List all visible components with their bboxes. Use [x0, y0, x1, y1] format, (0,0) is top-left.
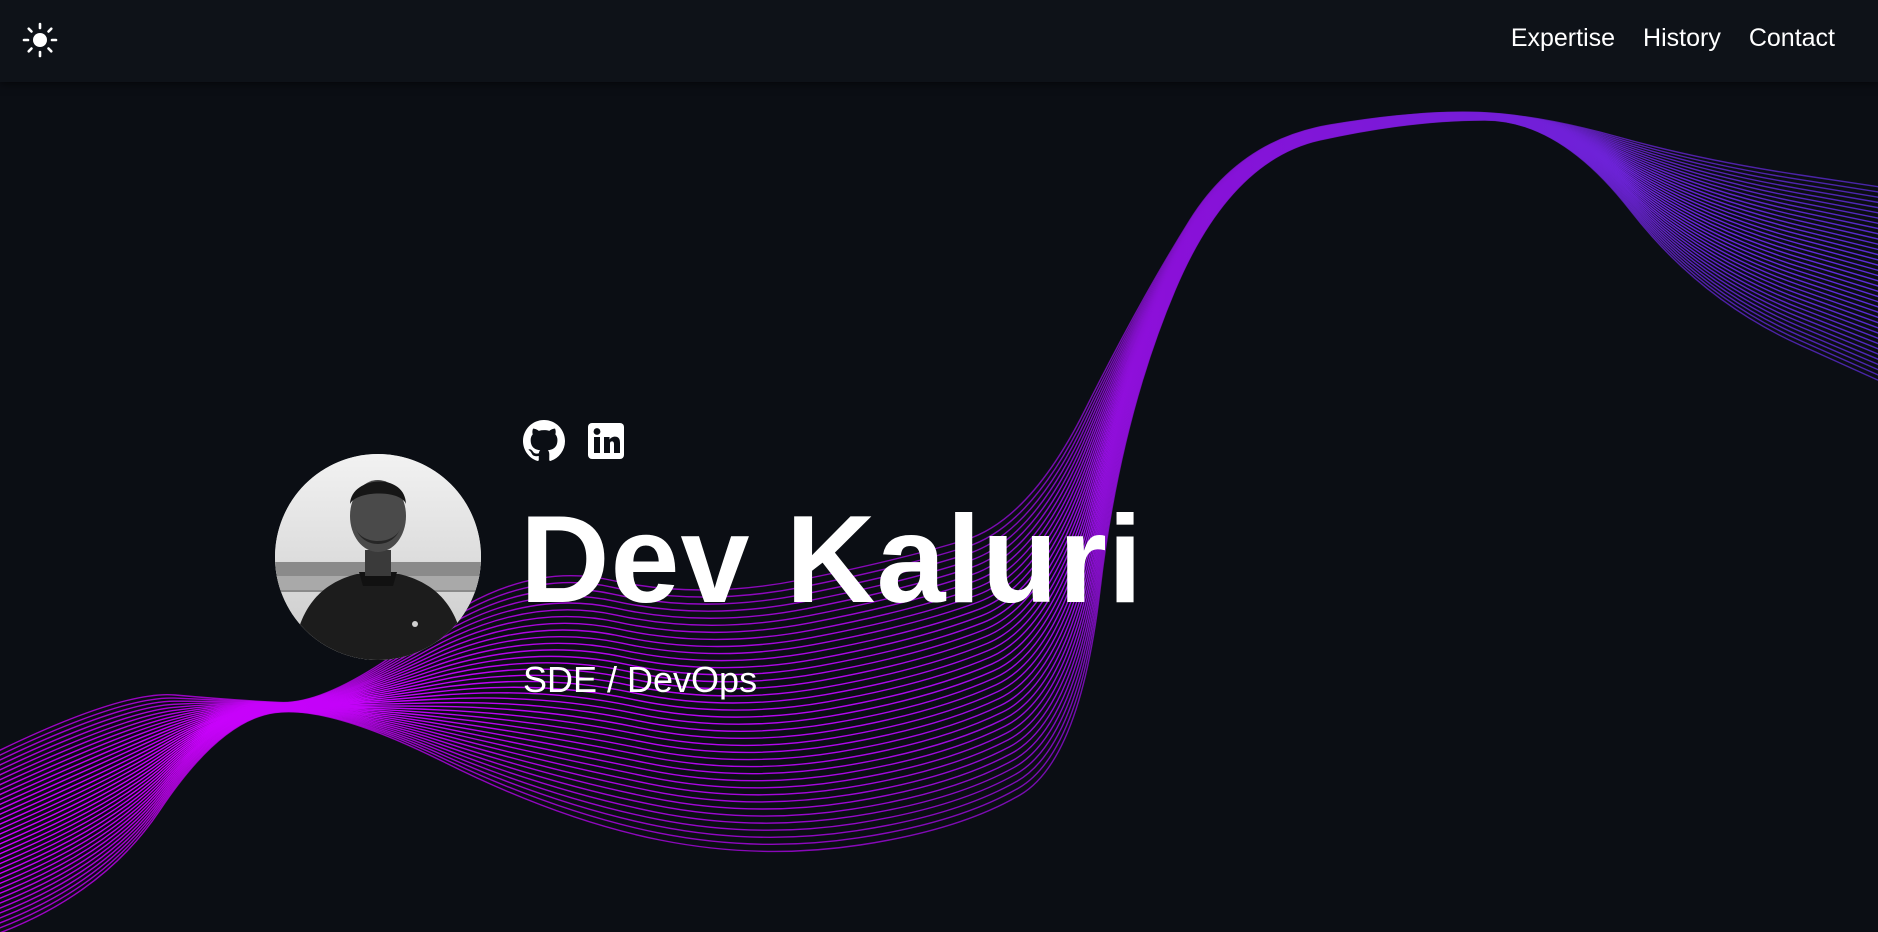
hero-role: SDE / DevOps — [523, 659, 758, 700]
hero-name: Dev Kaluri — [520, 491, 1144, 629]
wave-line — [0, 112, 1878, 781]
page: Expertise History Contact Dev Kaluri SDE… — [0, 0, 1878, 932]
github-icon — [523, 420, 565, 461]
nav-link-history[interactable]: History — [1643, 22, 1721, 54]
wave-line — [0, 112, 1878, 771]
linkedin-icon — [588, 423, 624, 459]
wave-line — [0, 111, 1878, 756]
navbar: Expertise History Contact — [0, 0, 1878, 82]
wave-line — [0, 115, 1878, 850]
profile-photo — [275, 454, 481, 660]
wave-line — [0, 115, 1878, 835]
sun-icon — [22, 22, 58, 58]
wave-line — [0, 113, 1878, 801]
wave-line — [0, 114, 1878, 825]
wave-line — [0, 115, 1878, 840]
wave-background — [0, 111, 1878, 932]
wave-line — [0, 113, 1878, 796]
wave-line — [0, 114, 1878, 811]
social-links — [523, 420, 627, 462]
wave-line — [0, 115, 1878, 845]
github-link[interactable] — [523, 420, 565, 462]
wave-line — [0, 111, 1878, 761]
linkedin-link[interactable] — [585, 420, 627, 462]
wave-line — [0, 114, 1878, 816]
wave-line — [0, 113, 1878, 791]
avatar — [275, 454, 481, 660]
wave-line — [0, 113, 1878, 786]
theme-toggle-button[interactable] — [22, 22, 58, 58]
nav-link-contact[interactable]: Contact — [1749, 22, 1835, 54]
wave-line — [0, 111, 1878, 751]
nav-links: Expertise History Contact — [1511, 22, 1835, 54]
nav-link-expertise[interactable]: Expertise — [1511, 22, 1615, 54]
